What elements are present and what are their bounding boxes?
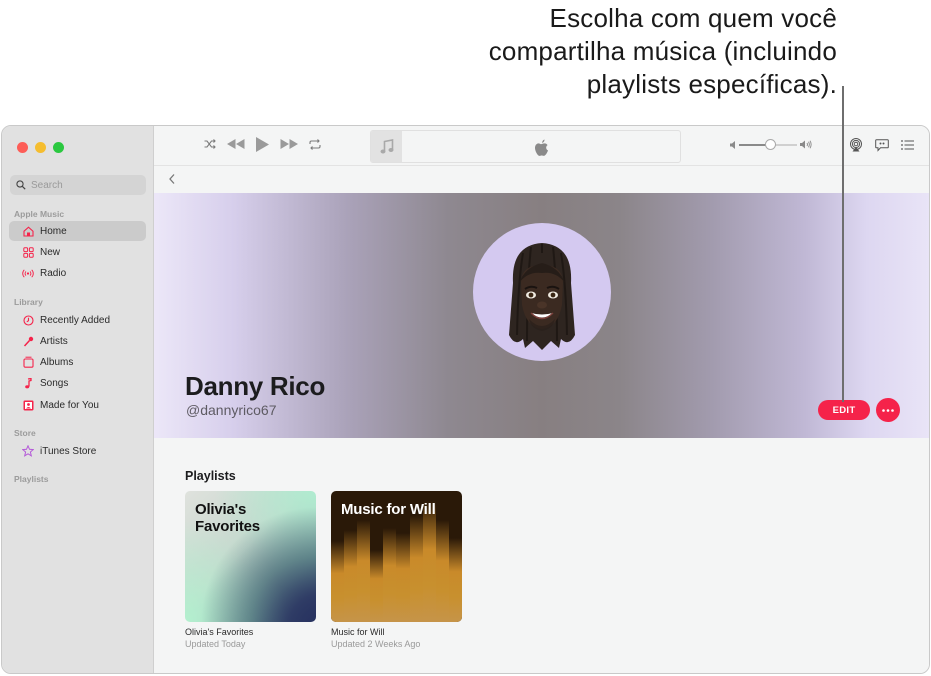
close-window-button[interactable]: [17, 142, 28, 153]
airplay-button[interactable]: [849, 138, 863, 152]
sidebar: Search Apple Music Home New Radio Librar…: [2, 126, 154, 673]
now-playing-display: [370, 130, 681, 163]
search-icon: [16, 180, 26, 190]
playlist-card[interactable]: Olivia's Favorites Olivia's Favorites Up…: [185, 491, 316, 649]
zoom-window-button[interactable]: [53, 142, 64, 153]
section-title-store: Store: [14, 428, 36, 438]
playlist-card[interactable]: Music for Will Music for Will Updated 2 …: [331, 491, 462, 649]
sidebar-item-recently-added[interactable]: Recently Added: [9, 310, 146, 330]
playlist-title[interactable]: Music for Will: [331, 627, 462, 637]
section-title-apple-music: Apple Music: [14, 209, 65, 219]
ellipsis-icon: [882, 408, 894, 412]
sidebar-item-home[interactable]: Home: [9, 221, 146, 241]
callout-line-2: compartilha música (incluindo: [488, 36, 837, 66]
shuffle-button[interactable]: [204, 139, 216, 149]
playlists-heading: Playlists: [185, 469, 236, 483]
profile-name: Danny Rico: [185, 371, 326, 401]
profile-content: Playlists Olivia's Favorites Olivia's Fa…: [154, 438, 929, 673]
rewind-button[interactable]: [227, 139, 245, 149]
chevron-left-icon: [169, 174, 175, 184]
player-toolbar: [154, 126, 929, 166]
airplay-audio-icon: [850, 138, 862, 152]
volume-slider[interactable]: [739, 138, 797, 150]
search-placeholder: Search: [31, 179, 63, 191]
sidebar-item-itunes-store[interactable]: iTunes Store: [9, 441, 146, 461]
shuffle-icon: [204, 139, 216, 149]
play-icon: [256, 137, 269, 152]
sidebar-item-new[interactable]: New: [9, 242, 146, 262]
callout-pointer-line: [842, 86, 844, 402]
memoji-avatar-icon: [509, 243, 575, 350]
album-stack-icon: [22, 356, 34, 368]
profile-header: Danny Rico @dannyrico67 EDIT: [154, 193, 929, 438]
volume-control: [730, 138, 812, 150]
minimize-window-button[interactable]: [35, 142, 46, 153]
play-button[interactable]: [256, 137, 269, 152]
artwork-placeholder: [371, 131, 402, 162]
sidebar-item-made-for-you[interactable]: Made for You: [9, 395, 146, 415]
house-icon: [22, 225, 34, 237]
window-controls: [17, 142, 64, 153]
apple-logo-icon: [533, 139, 549, 162]
sidebar-item-artists[interactable]: Artists: [9, 331, 146, 351]
list-icon: [901, 140, 914, 150]
avatar: [473, 223, 611, 361]
fast-forward-icon: [280, 139, 298, 149]
volume-slider-knob[interactable]: [765, 138, 777, 150]
sidebar-item-radio[interactable]: Radio: [9, 263, 146, 283]
person-square-icon: [22, 399, 34, 411]
playlist-cover[interactable]: Music for Will: [331, 491, 462, 622]
sidebar-item-songs[interactable]: Songs: [9, 373, 146, 393]
playlist-cover-title: Music for Will: [341, 501, 436, 518]
profile-handle: @dannyrico67: [186, 402, 277, 418]
volume-low-icon: [730, 140, 735, 149]
star-icon: [22, 445, 34, 457]
navigation-bar: [154, 166, 929, 193]
lyrics-speech-bubble-icon: [875, 139, 889, 152]
up-next-button[interactable]: [901, 140, 914, 150]
playlist-cover[interactable]: Olivia's Favorites: [185, 491, 316, 622]
playlist-updated: Updated 2 Weeks Ago: [331, 639, 421, 649]
lyrics-button[interactable]: [875, 139, 889, 152]
back-button[interactable]: [168, 172, 176, 190]
repeat-icon: [309, 139, 321, 150]
rewind-icon: [227, 139, 245, 149]
edit-profile-button[interactable]: EDIT: [818, 400, 870, 420]
music-note-icon: [22, 377, 34, 389]
fast-forward-button[interactable]: [280, 139, 298, 149]
playlist-title[interactable]: Olivia's Favorites: [185, 627, 316, 637]
music-app-window: Search Apple Music Home New Radio Librar…: [1, 125, 930, 674]
radio-waves-icon: [22, 267, 34, 279]
search-field[interactable]: Search: [10, 175, 146, 195]
section-title-playlists: Playlists: [14, 474, 49, 484]
sidebar-item-albums[interactable]: Albums: [9, 352, 146, 372]
music-note-icon: [380, 138, 393, 153]
callout-annotation: Escolha com quem você compartilha música…: [397, 2, 837, 101]
clock-icon: [22, 314, 34, 326]
playlist-updated: Updated Today: [185, 639, 246, 649]
callout-line-1: Escolha com quem você: [549, 3, 837, 33]
playlist-cover-title: Olivia's Favorites: [195, 501, 260, 535]
repeat-button[interactable]: [309, 139, 321, 150]
section-title-library: Library: [14, 297, 43, 307]
grid-icon: [22, 246, 34, 258]
callout-line-3: playlists específicas).: [586, 69, 837, 99]
microphone-icon: [22, 335, 34, 347]
more-options-button[interactable]: [876, 398, 900, 422]
volume-high-icon: [800, 140, 812, 149]
